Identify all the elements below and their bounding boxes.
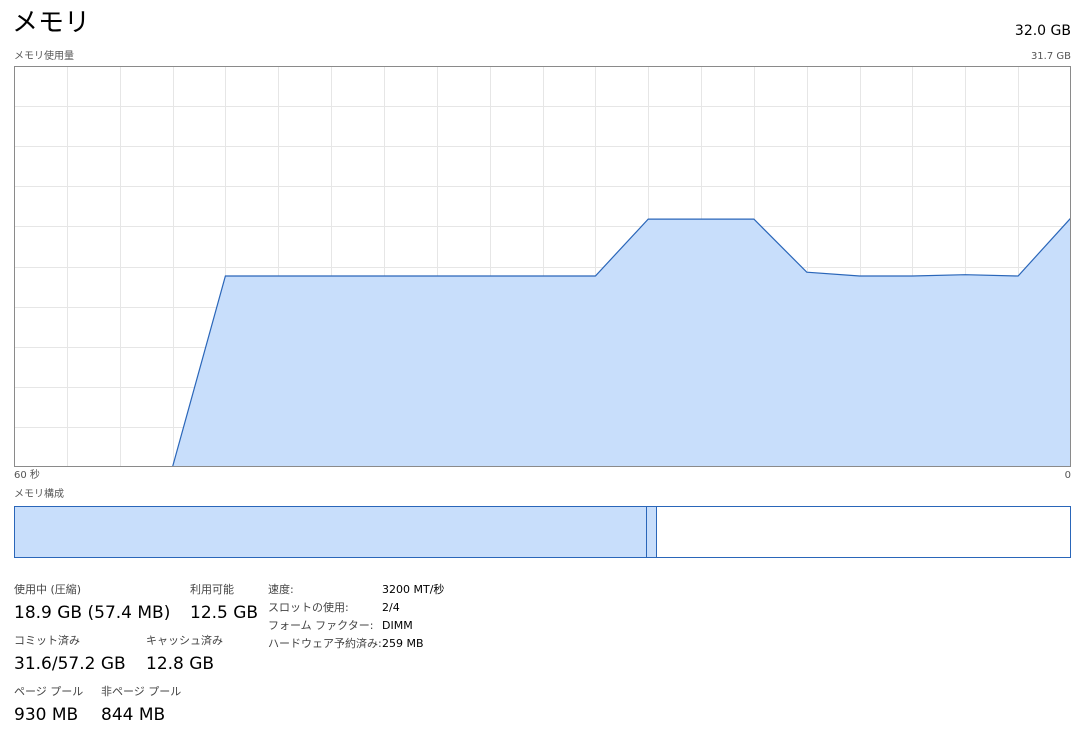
speed-value: 3200 MT/秒: [382, 583, 445, 596]
memory-composition-bar[interactable]: [14, 506, 1071, 558]
in-use-value: 18.9 GB (57.4 MB): [14, 603, 171, 623]
paged-pool-value: 930 MB: [14, 705, 79, 725]
slots-used-value: 2/4: [382, 601, 400, 614]
available-label: 利用可能: [190, 583, 234, 596]
time-axis-right-label: 0: [1064, 470, 1071, 481]
cached-label: キャッシュ済み: [146, 634, 223, 647]
in-use-label: 使用中 (圧縮): [14, 583, 82, 596]
hardware-reserved-value: 259 MB: [382, 637, 424, 650]
memory-usage-chart: [14, 66, 1071, 467]
nonpaged-pool-value: 844 MB: [101, 705, 166, 725]
nonpaged-pool-label: 非ページ プール: [101, 685, 182, 698]
composition-in-use-segment[interactable]: [15, 507, 647, 557]
form-factor-value: DIMM: [382, 619, 413, 632]
composition-label: メモリ構成: [14, 489, 64, 500]
available-value: 12.5 GB: [190, 603, 259, 623]
form-factor-label: フォーム ファクター:: [268, 619, 374, 632]
usage-chart-label: メモリ使用量: [14, 51, 74, 62]
speed-label: 速度:: [268, 583, 294, 596]
hardware-reserved-label: ハードウェア予約済み:: [268, 637, 382, 650]
composition-modified-segment[interactable]: [647, 507, 657, 557]
memory-usage-chart-svg: [14, 66, 1071, 467]
paged-pool-label: ページ プール: [14, 685, 84, 698]
page-title: メモリ: [12, 8, 91, 38]
total-memory: 32.0 GB: [1014, 23, 1071, 39]
usage-chart-max-label: 31.7 GB: [1030, 51, 1071, 62]
committed-value: 31.6/57.2 GB: [14, 654, 126, 674]
time-axis-left-label: 60 秒: [14, 470, 40, 481]
committed-label: コミット済み: [14, 634, 80, 647]
cached-value: 12.8 GB: [146, 654, 215, 674]
slots-used-label: スロットの使用:: [268, 601, 349, 614]
